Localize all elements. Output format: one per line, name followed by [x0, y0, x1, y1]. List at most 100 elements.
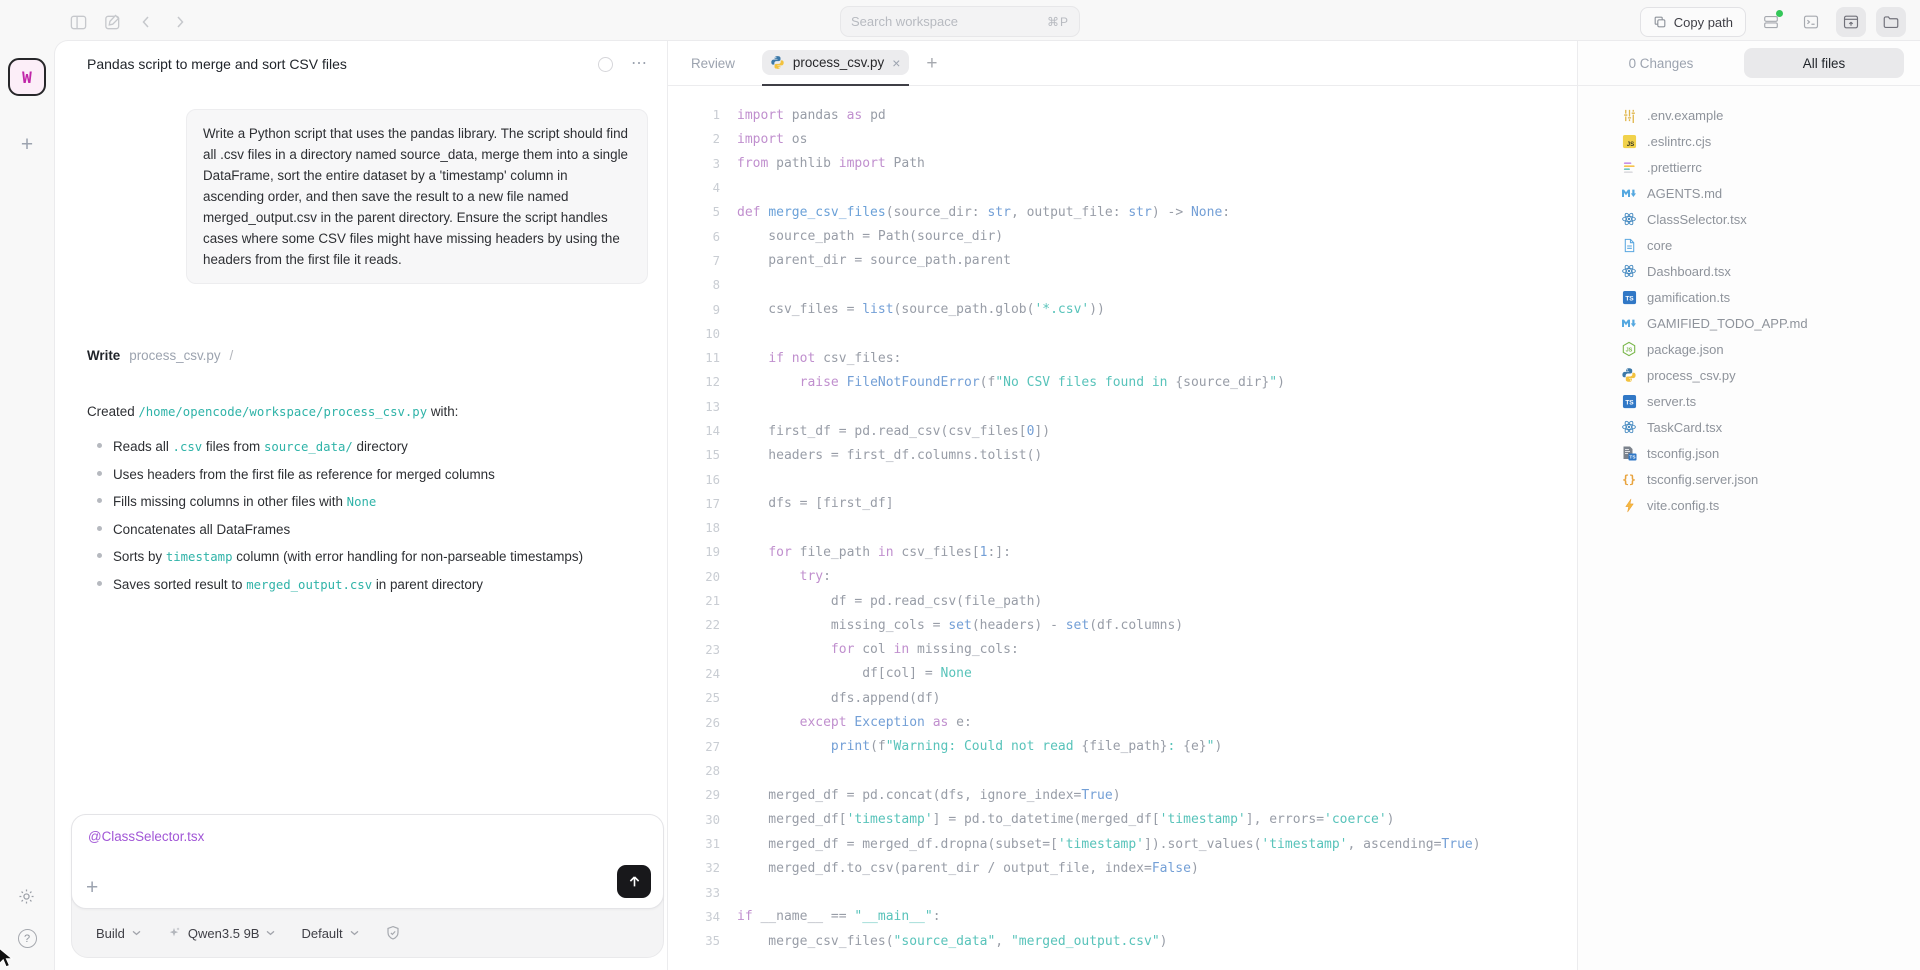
line-number: 34 — [668, 910, 720, 924]
model-select[interactable]: Qwen3.5 9B — [167, 926, 276, 941]
file-row[interactable]: ClassSelector.tsx — [1578, 206, 1920, 232]
code-editor[interactable]: 1import pandas as pd2import os3from path… — [668, 86, 1577, 970]
file-row[interactable]: Dashboard.tsx — [1578, 258, 1920, 284]
file-row[interactable]: vite.config.ts — [1578, 492, 1920, 518]
workspace-avatar[interactable]: W — [8, 58, 46, 96]
file-row[interactable]: process_csv.py — [1578, 362, 1920, 388]
file-mention-chip[interactable]: @ClassSelector.tsx — [88, 829, 204, 844]
file-name: .env.example — [1647, 108, 1723, 123]
help-icon[interactable]: ? — [18, 929, 37, 948]
file-name: TaskCard.tsx — [1647, 420, 1722, 435]
ts-icon: TS — [1621, 393, 1637, 409]
bullet-dot — [97, 498, 102, 503]
file-name: gamification.ts — [1647, 290, 1730, 305]
close-tab-icon[interactable]: × — [892, 56, 900, 70]
online-dot — [1776, 10, 1783, 17]
code-line: 3from pathlib import Path — [668, 152, 1577, 176]
code-line: 35 merge_csv_files("source_data", "merge… — [668, 929, 1577, 953]
code-line: 11 if not csv_files: — [668, 346, 1577, 370]
attach-button[interactable]: + — [86, 877, 98, 898]
line-number: 1 — [668, 108, 720, 122]
code-line: 12 raise FileNotFoundError(f"No CSV file… — [668, 370, 1577, 394]
line-number: 6 — [668, 230, 720, 244]
line-number: 26 — [668, 716, 720, 730]
file-name: package.json — [1647, 342, 1724, 357]
file-row[interactable]: GAMIFIED_TODO_APP.md — [1578, 310, 1920, 336]
code-line: 8 — [668, 273, 1577, 297]
file-row[interactable]: TS tsconfig.json — [1578, 440, 1920, 466]
line-number: 3 — [668, 157, 720, 171]
file-row[interactable]: TSserver.ts — [1578, 388, 1920, 414]
code-line: 6 source_path = Path(source_dir) — [668, 224, 1577, 248]
mode-select[interactable]: Build — [96, 926, 141, 941]
line-number: 25 — [668, 691, 720, 705]
user-message: Write a Python script that uses the pand… — [186, 109, 648, 284]
react-icon — [1621, 419, 1637, 435]
code-line: 1import pandas as pd — [668, 103, 1577, 127]
line-number: 18 — [668, 521, 720, 535]
vite-icon — [1621, 497, 1637, 513]
settings-gear-icon[interactable] — [17, 887, 37, 907]
line-number: 4 — [668, 181, 720, 195]
code-line: 23 for col in missing_cols: — [668, 638, 1577, 662]
tab-active-wrap: process_csv.py × — [762, 42, 909, 86]
file-row[interactable]: TaskCard.tsx — [1578, 414, 1920, 440]
line-number: 10 — [668, 327, 720, 341]
add-workspace-button[interactable]: + — [21, 134, 33, 155]
file-name: ClassSelector.tsx — [1647, 212, 1747, 227]
file-row[interactable]: JS.eslintrc.cjs — [1578, 128, 1920, 154]
code-line: 2import os — [668, 127, 1577, 151]
session-menu-icon[interactable]: ⋯ — [631, 56, 647, 72]
file-name: tsconfig.server.json — [1647, 472, 1758, 487]
file-row[interactable]: .prettierrc — [1578, 154, 1920, 180]
new-tab-button[interactable]: + — [926, 54, 937, 73]
code-line: 14 first_df = pd.read_csv(csv_files[0]) — [668, 419, 1577, 443]
file-row[interactable]: TSgamification.ts — [1578, 284, 1920, 310]
react-icon — [1621, 263, 1637, 279]
line-number: 15 — [668, 448, 720, 462]
new-session-icon[interactable] — [102, 12, 122, 32]
code-line: 22 missing_cols = set(headers) - set(df.… — [668, 613, 1577, 637]
tab-all-files[interactable]: All files — [1744, 48, 1904, 78]
tsconfig-icon: TS — [1621, 445, 1637, 461]
code-line: 9 csv_files = list(source_path.glob('*.c… — [668, 297, 1577, 321]
line-number: 7 — [668, 254, 720, 268]
line-number: 22 — [668, 618, 720, 632]
terminal-button[interactable] — [1796, 7, 1826, 37]
file-row[interactable]: AGENTS.md — [1578, 180, 1920, 206]
code-line: 16 — [668, 467, 1577, 491]
file-name: core — [1647, 238, 1672, 253]
line-number: 29 — [668, 788, 720, 802]
panel-toggle-button[interactable] — [1836, 7, 1866, 37]
session-status-icon[interactable] — [598, 57, 613, 72]
send-button[interactable] — [617, 865, 651, 898]
code-line: 25 dfs.append(df) — [668, 686, 1577, 710]
tab-review[interactable]: Review — [691, 56, 735, 71]
sidebar-toggle-icon[interactable] — [68, 12, 88, 32]
line-number: 11 — [668, 351, 720, 365]
search-input[interactable] — [851, 14, 1047, 29]
files-toggle-button[interactable] — [1876, 7, 1906, 37]
file-row[interactable]: .env.example — [1578, 102, 1920, 128]
file-row[interactable]: {}tsconfig.server.json — [1578, 466, 1920, 492]
back-icon[interactable] — [136, 12, 156, 32]
tool-call-write[interactable]: Write process_csv.py / — [87, 348, 648, 363]
bullet-dot — [97, 526, 102, 531]
line-number: 2 — [668, 132, 720, 146]
search-workspace-input[interactable]: ⌘P — [840, 6, 1080, 37]
tab-changes[interactable]: 0 Changes — [1578, 56, 1744, 71]
file-row[interactable]: core — [1578, 232, 1920, 258]
composer-toolbar: Build Qwen3.5 9B Default — [72, 909, 663, 957]
env-sliders-icon — [1621, 107, 1637, 123]
copy-path-button[interactable]: Copy path — [1640, 7, 1746, 37]
server-status-button[interactable] — [1756, 7, 1786, 37]
message-input[interactable]: @ClassSelector.tsx + — [71, 814, 664, 909]
preset-select[interactable]: Default — [301, 926, 358, 941]
permissions-shield-icon[interactable] — [385, 925, 401, 941]
file-row[interactable]: JSpackage.json — [1578, 336, 1920, 362]
line-number: 28 — [668, 764, 720, 778]
tab-process-csv[interactable]: process_csv.py × — [762, 50, 909, 75]
file-name: tsconfig.json — [1647, 446, 1719, 461]
forward-icon[interactable] — [170, 12, 190, 32]
bullet-item: Reads all .csv files from source_data/ d… — [87, 439, 648, 454]
